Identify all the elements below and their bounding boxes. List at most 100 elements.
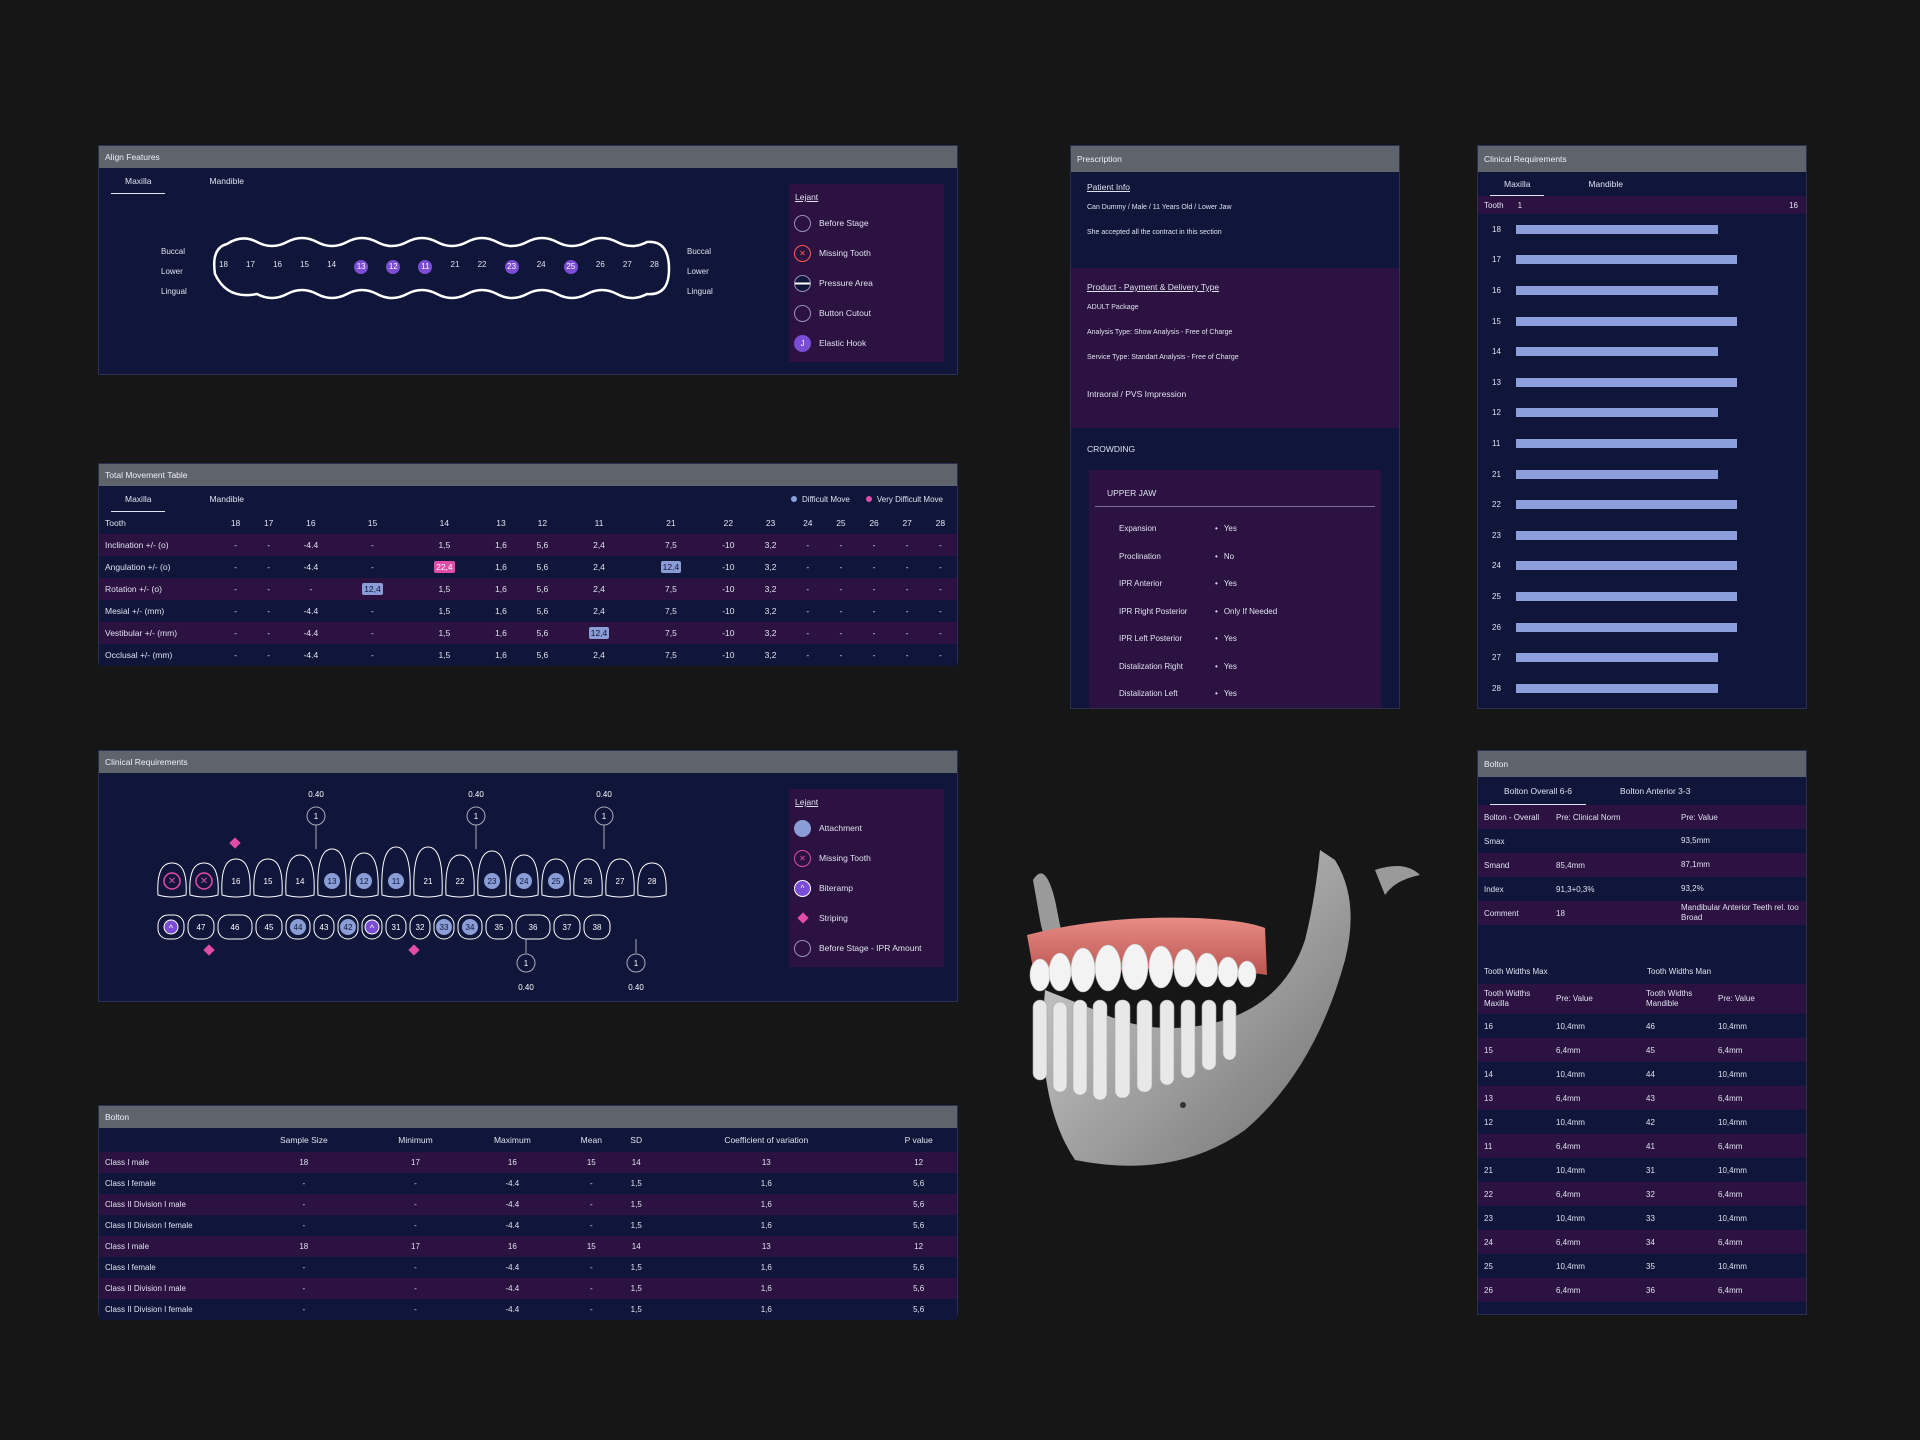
table-cell[interactable]: - [285,578,336,600]
upper-tooth[interactable]: 22 [445,854,475,898]
table-cell[interactable]: -10 [707,600,750,622]
table-cell[interactable]: - [337,622,409,644]
table-cell[interactable]: 5,6 [522,534,563,556]
table-cell[interactable]: 12,4 [563,622,635,644]
table-cell[interactable]: - [824,556,857,578]
upper-tooth[interactable]: 27 [605,858,635,898]
requirement-bar[interactable] [1516,255,1737,265]
table-cell[interactable]: - [252,534,285,556]
table-cell[interactable]: 1,5 [408,534,480,556]
table-cell[interactable]: 5,6 [522,556,563,578]
tooth-number[interactable]: 13 [354,260,369,274]
requirement-bar[interactable] [1516,469,1718,479]
table-cell[interactable]: 3,2 [750,534,791,556]
upper-tooth[interactable]: 23 [477,850,507,898]
table-cell[interactable]: 3,2 [750,622,791,644]
tooth-number[interactable]: 15 [300,260,309,274]
table-cell[interactable]: -10 [707,534,750,556]
table-cell[interactable]: 7,5 [635,622,707,644]
table-cell[interactable]: 5,6 [522,622,563,644]
table-cell[interactable]: 7,5 [635,578,707,600]
upper-tooth[interactable]: 13 [317,848,347,898]
requirement-bar[interactable] [1516,500,1737,510]
table-cell[interactable]: - [891,622,924,644]
lower-tooth[interactable]: 33 [433,914,455,940]
requirement-bar[interactable] [1516,347,1718,357]
table-cell[interactable]: - [791,622,824,644]
upper-tooth[interactable]: 25 [541,858,571,898]
table-cell[interactable]: - [252,600,285,622]
requirement-bar[interactable] [1516,530,1737,540]
table-cell[interactable]: 12,4 [635,556,707,578]
lower-tooth[interactable]: 43 [313,914,335,940]
table-cell[interactable]: - [337,600,409,622]
lower-tooth[interactable]: 31 [385,914,407,940]
table-cell[interactable]: - [857,600,890,622]
table-cell[interactable]: -4.4 [285,622,336,644]
table-cell[interactable]: 3,2 [750,578,791,600]
table-cell[interactable]: - [791,534,824,556]
tooth-number[interactable]: 18 [219,260,228,274]
lower-tooth[interactable]: 45 [255,914,283,940]
tab-bolton-overall[interactable]: Bolton Overall 6-6 [1490,777,1587,805]
table-cell[interactable]: - [857,644,890,666]
table-cell[interactable]: - [824,534,857,556]
table-cell[interactable]: - [924,556,957,578]
table-cell[interactable]: 1,5 [408,622,480,644]
upper-tooth[interactable]: ✕ [157,862,187,898]
tooth-number[interactable]: 11 [418,260,433,274]
tooth-number[interactable]: 17 [246,260,255,274]
table-cell[interactable]: - [219,534,252,556]
table-cell[interactable]: - [924,644,957,666]
upper-tooth[interactable]: 12 [349,852,379,898]
table-cell[interactable]: 1,6 [480,534,521,556]
table-cell[interactable]: 1,6 [480,644,521,666]
table-cell[interactable]: - [252,578,285,600]
table-cell[interactable]: 1,6 [480,600,521,622]
table-cell[interactable]: - [924,600,957,622]
table-cell[interactable]: -4.4 [285,556,336,578]
table-cell[interactable]: 1,5 [408,578,480,600]
table-cell[interactable]: - [791,578,824,600]
table-cell[interactable]: 12,4 [337,578,409,600]
table-cell[interactable]: - [791,556,824,578]
tab-mandible[interactable]: Mandible [1574,172,1637,196]
requirement-bar[interactable] [1516,285,1718,295]
table-cell[interactable]: - [824,622,857,644]
lower-tooth[interactable]: 32 [409,914,431,940]
requirement-bar[interactable] [1516,377,1737,387]
table-cell[interactable]: 22,4 [408,556,480,578]
requirement-bar[interactable] [1516,224,1718,234]
upper-tooth[interactable]: 15 [253,858,283,898]
lower-tooth[interactable]: 36 [515,914,551,940]
table-cell[interactable]: 1,6 [480,622,521,644]
table-cell[interactable]: 2,4 [563,600,635,622]
requirement-bar[interactable] [1516,561,1737,571]
table-cell[interactable]: - [791,644,824,666]
tooth-number[interactable]: 25 [563,260,578,274]
table-cell[interactable]: - [891,644,924,666]
table-cell[interactable]: - [824,644,857,666]
table-cell[interactable]: - [219,644,252,666]
table-cell[interactable]: - [219,600,252,622]
tooth-number[interactable]: 24 [537,260,546,274]
table-cell[interactable]: 2,4 [563,578,635,600]
lower-tooth[interactable]: 44 [285,914,311,940]
lower-tooth[interactable]: 38 [583,914,611,940]
table-cell[interactable]: - [252,556,285,578]
table-cell[interactable]: - [891,600,924,622]
tooth-number[interactable]: 14 [327,260,336,274]
table-cell[interactable]: - [337,534,409,556]
tooth-number[interactable]: 12 [386,260,401,274]
table-cell[interactable]: - [252,622,285,644]
upper-tooth[interactable]: 14 [285,854,315,898]
table-cell[interactable]: 5,6 [522,578,563,600]
table-cell[interactable]: 7,5 [635,644,707,666]
tooth-number[interactable]: 22 [478,260,487,274]
table-cell[interactable]: 1,6 [480,578,521,600]
tab-mandible[interactable]: Mandible [195,168,258,194]
requirement-bar[interactable] [1516,683,1718,693]
table-cell[interactable]: -10 [707,622,750,644]
upper-tooth[interactable]: 11 [381,846,411,898]
table-cell[interactable]: - [857,622,890,644]
